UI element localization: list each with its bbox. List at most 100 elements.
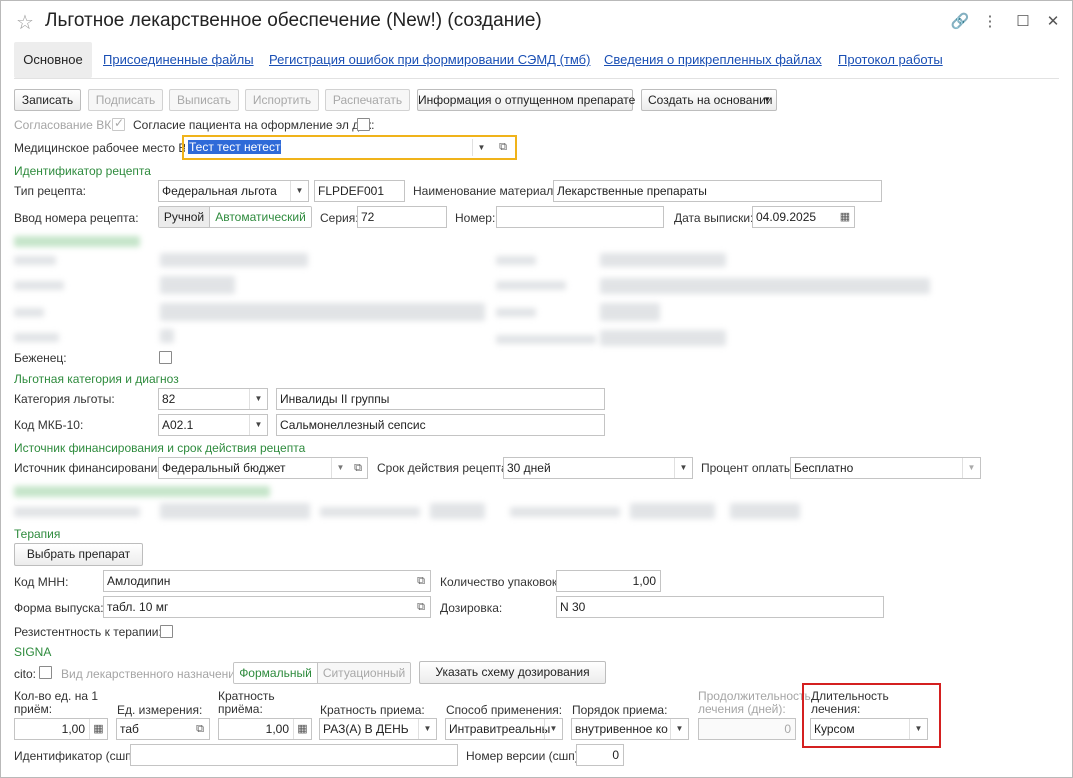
blurred-field <box>600 303 660 321</box>
save-button[interactable]: Записать <box>14 89 81 111</box>
open-icon[interactable]: ⧉ <box>349 458 367 478</box>
consent-checkbox[interactable] <box>357 118 370 131</box>
calendar-icon[interactable]: ▦ <box>836 207 854 227</box>
dropdown-icon[interactable]: ▼ <box>670 719 688 739</box>
unit-field[interactable]: таб ⧉ <box>116 718 210 740</box>
dropdown-icon[interactable]: ▼ <box>418 719 436 739</box>
mkb-name-field[interactable]: Сальмонеллезный сепсис <box>276 414 605 436</box>
cito-label: cito: <box>14 667 37 681</box>
dropdown-icon[interactable]: ▼ <box>249 415 267 435</box>
series-label: Серия: <box>320 211 359 225</box>
date-field[interactable]: 04.09.2025 ▦ <box>752 206 855 228</box>
finance-source-label: Источник финансирования: <box>14 461 168 475</box>
recipe-type-field[interactable]: Федеральная льгота ▼ <box>158 180 309 202</box>
series-field[interactable]: 72 <box>357 206 447 228</box>
dropdown-icon[interactable]: ▼ <box>962 458 980 478</box>
mkb-code-field[interactable]: A02.1 ▼ <box>158 414 268 436</box>
maximize-icon[interactable]: ☐ <box>1013 12 1033 30</box>
benefit-category-name-field[interactable]: Инвалиды II группы <box>276 388 605 410</box>
dosage-field[interactable]: N 30 <box>556 596 884 618</box>
print-button[interactable]: Распечатать <box>325 89 410 111</box>
number-input-switch[interactable]: Ручной Автоматический <box>158 206 312 228</box>
dropdown-icon[interactable]: ▼ <box>909 719 927 739</box>
unit-value: таб <box>120 722 139 736</box>
workplace-field[interactable]: Тест тест нетест <box>185 137 494 158</box>
recipe-code-field[interactable]: FLPDEF001 <box>314 180 405 202</box>
method-field[interactable]: Интравитреальны ▼ <box>445 718 563 740</box>
duration-days-label: Продолжительность лечения (дней): <box>698 689 811 716</box>
order-label: Порядок приема: <box>572 703 668 717</box>
dropdown-icon[interactable]: ▼ <box>249 389 267 409</box>
calculator-icon[interactable]: ▦ <box>89 719 107 739</box>
freq-value: РАЗ(А) В ДЕНЬ <box>323 722 409 736</box>
material-label: Наименование материала: <box>413 184 564 198</box>
therapy-group-title: Терапия <box>14 527 61 541</box>
star-icon[interactable]: ☆ <box>16 10 34 35</box>
tab-semd-errors[interactable]: Регистрация ошибок при формировании СЭМД… <box>269 52 590 67</box>
create-based-button[interactable]: Создать на основании ▼ <box>641 89 777 111</box>
open-icon[interactable]: ⧉ <box>493 139 513 156</box>
payment-label: Процент оплаты: <box>701 461 796 475</box>
dropdown-icon[interactable]: ▼ <box>331 458 349 478</box>
consent-label: Согласие пациента на оформление эл док: <box>133 118 375 132</box>
blurred-label <box>496 335 596 344</box>
freq-field[interactable]: РАЗ(А) В ДЕНЬ ▼ <box>319 718 437 740</box>
resistance-checkbox[interactable] <box>160 625 173 638</box>
checkmark-icon: ✓ <box>114 116 125 130</box>
dosage-label: Дозировка: <box>440 601 503 615</box>
validity-field[interactable]: 30 дней ▼ <box>503 457 693 479</box>
formal-option[interactable]: Формальный <box>234 663 317 683</box>
open-icon[interactable]: ⧉ <box>191 719 209 739</box>
purpose-switch[interactable]: Формальный Ситуационный <box>233 662 411 684</box>
refugee-checkbox[interactable] <box>159 351 172 364</box>
mult-value: 1,00 <box>265 722 289 736</box>
number-field[interactable] <box>496 206 664 228</box>
order-field[interactable]: внутривенное ко ▼ <box>571 718 689 740</box>
mnn-value: Амлодипин <box>107 574 171 588</box>
finance-source-field[interactable]: Федеральный бюджет ▼ ⧉ <box>158 457 368 479</box>
manual-option[interactable]: Ручной <box>159 207 209 227</box>
dropdown-icon[interactable]: ▼ <box>290 181 308 201</box>
auto-option[interactable]: Автоматический <box>209 207 311 227</box>
mnn-field[interactable]: Амлодипин ⧉ <box>103 570 431 592</box>
tab-divider <box>14 78 1059 79</box>
duration-days-field[interactable]: 0 <box>698 718 796 740</box>
payment-field[interactable]: Бесплатно ▼ <box>790 457 981 479</box>
benefit-category-code-field[interactable]: 82 ▼ <box>158 388 268 410</box>
sign-button[interactable]: Подписать <box>88 89 163 111</box>
dispensed-info-button[interactable]: Информация о отпущенном препарате <box>417 89 635 111</box>
duration-field[interactable]: Курсом ▼ <box>810 718 928 740</box>
link-icon[interactable]: 🔗 <box>950 12 970 30</box>
dosage-scheme-button[interactable]: Указать схему дозирования <box>419 661 606 684</box>
open-icon[interactable]: ⧉ <box>412 571 430 591</box>
mnn-label: Код МНН: <box>14 575 69 589</box>
more-icon[interactable]: ⋮ <box>980 12 1000 30</box>
version-field[interactable]: 0 <box>576 744 624 766</box>
blurred-field <box>600 278 930 294</box>
material-field[interactable]: Лекарственные препараты <box>553 180 882 202</box>
mkb-code-value: A02.1 <box>162 418 194 432</box>
choose-drug-button[interactable]: Выбрать препарат <box>14 543 143 566</box>
open-icon[interactable]: ⧉ <box>412 597 430 617</box>
spoil-button[interactable]: Испортить <box>245 89 319 111</box>
issue-button[interactable]: Выписать <box>169 89 239 111</box>
dropdown-icon[interactable]: ▼ <box>472 139 490 156</box>
cito-checkbox[interactable] <box>39 666 52 679</box>
dropdown-icon[interactable]: ▼ <box>544 719 562 739</box>
form-field[interactable]: табл. 10 мг ⧉ <box>103 596 431 618</box>
tab-work-log[interactable]: Протокол работы <box>838 52 943 67</box>
vk-agreement-checkbox[interactable]: ✓ <box>112 116 125 131</box>
qty-field[interactable]: 1,00 ▦ <box>14 718 108 740</box>
tab-files-info[interactable]: Сведения о прикрепленных файлах <box>604 52 822 67</box>
id-field[interactable] <box>130 744 458 766</box>
close-icon[interactable]: ✕ <box>1043 12 1063 30</box>
freq-label: Кратность приема: <box>320 703 425 717</box>
tab-attached-files[interactable]: Присоединенные файлы <box>103 52 254 67</box>
calculator-icon[interactable]: ▦ <box>293 719 311 739</box>
packs-field[interactable]: 1,00 <box>556 570 661 592</box>
tab-main[interactable]: Основное <box>14 42 92 78</box>
blurred-label <box>320 507 420 517</box>
dropdown-icon[interactable]: ▼ <box>674 458 692 478</box>
mult-field[interactable]: 1,00 ▦ <box>218 718 312 740</box>
situational-option[interactable]: Ситуационный <box>317 663 410 683</box>
